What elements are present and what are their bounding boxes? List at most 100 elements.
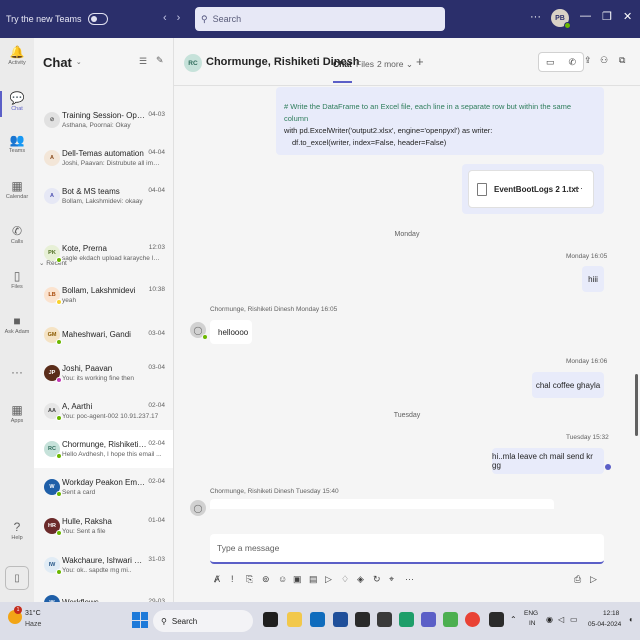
chat-list-item[interactable]: WWorkflows29-03 (34, 584, 173, 602)
praise-icon[interactable]: ♢ (341, 574, 349, 585)
rail-more[interactable]: ··· (0, 365, 34, 379)
chat-time: 02-04 (148, 478, 165, 485)
battery-icon[interactable]: ▭ (570, 615, 578, 624)
rail-help[interactable]: ? Help (0, 520, 34, 541)
rail-calls[interactable]: ✆ Calls (0, 224, 34, 245)
schedule-meeting-icon[interactable]: ▷ (325, 574, 332, 585)
rail-ask-adam[interactable]: ■ Ask Adam (0, 314, 34, 335)
try-new-teams-toggle[interactable] (87, 13, 108, 25)
location-icon[interactable]: ⌖ (389, 574, 394, 585)
chat-list-item[interactable]: RC Chormunge, Rishiketi Di... 02-04 Hello A… (34, 430, 173, 468)
pop-out-icon[interactable]: ⧉ (619, 55, 625, 66)
outlook-icon[interactable] (310, 612, 325, 627)
chat-preview: You: its working fine then (62, 375, 135, 382)
rail-apps[interactable]: ▦ Apps (0, 403, 34, 424)
tab-chat[interactable]: Chat (333, 59, 352, 83)
start-button[interactable] (132, 612, 148, 628)
terminal-icon[interactable] (355, 612, 370, 627)
sender-avatar[interactable]: ◯ (190, 322, 208, 340)
new-chat-icon[interactable]: ✎ (156, 55, 164, 66)
volume-icon[interactable]: ◁ (558, 615, 564, 624)
video-call-icon[interactable]: ▭ (546, 57, 555, 68)
sent-message-bubble[interactable]: hi..mla leave ch mail send kr gg (492, 448, 604, 474)
contact-avatar[interactable]: RC (184, 54, 202, 72)
sent-message-bubble[interactable]: chal coffee ghayla (532, 372, 604, 398)
chrome-icon[interactable] (465, 612, 480, 627)
file-explorer-icon[interactable] (287, 612, 302, 627)
audio-call-icon[interactable]: ✆ (568, 57, 576, 68)
emoji-icon[interactable]: ☺ (278, 574, 287, 584)
chat-list-item[interactable]: ⊘ Training Session- OpenCV04-03 Asthana, P… (34, 101, 173, 139)
chat-list-item[interactable]: LB Bollam, Lakshmidevi 10:38 yeah (34, 276, 173, 314)
important-icon[interactable]: ! (231, 574, 234, 584)
rail-chat[interactable]: 💬 Chat (0, 91, 34, 117)
format-icon[interactable]: Ⱥ (214, 574, 220, 584)
minimize-icon[interactable]: — (580, 10, 591, 22)
chat-preview: You: poc-agent-002 10.91.237.17 (62, 413, 159, 420)
chat-list-item[interactable]: W Workday Peakon Employ...02-04 Sent a car… (34, 468, 173, 506)
rail-files[interactable]: ▯ Files (0, 269, 34, 290)
store-icon[interactable] (333, 612, 348, 627)
viva-icon[interactable]: ◈ (357, 574, 364, 585)
clock-time[interactable]: 12:18 (603, 610, 619, 617)
chat-list-title[interactable]: Chat (43, 55, 72, 70)
chat-list-item[interactable]: PK Kote, Prerna 12:03 sagle ekdach upload k… (34, 234, 173, 272)
received-message-bubble[interactable] (210, 499, 554, 509)
wifi-icon[interactable]: ◉ (546, 615, 553, 624)
taskbar-search[interactable]: ⚲ Search (153, 610, 253, 632)
sticker-icon[interactable]: ▤ (309, 574, 318, 585)
chat-list-item[interactable]: A Bot & MS teams 04-04 Bollam, Lakshmidevi:… (34, 177, 173, 215)
chat-list-item[interactable]: IW Wakchaure, Ishwari Dnya...31-03 You: ok… (34, 546, 173, 584)
user-avatar[interactable]: PB (551, 9, 571, 29)
share-screen-icon[interactable]: ⇪ (584, 55, 592, 66)
message-input[interactable] (217, 543, 587, 553)
chat-list-item[interactable]: A Dell-Temas automation 04-04 Joshi, Paavan… (34, 139, 173, 177)
attach-icon[interactable]: ⎘ (246, 574, 253, 585)
loop-icon[interactable]: ⊚ (262, 574, 270, 585)
compose-box[interactable] (210, 534, 604, 564)
tab-more[interactable]: 2 more ⌄ (377, 59, 413, 70)
rail-activity[interactable]: 🔔 Activity (0, 45, 34, 66)
gif-icon[interactable]: ▣ (293, 574, 302, 585)
chat-list-item[interactable]: HR Hulle, Raksha 01-04 You: Sent a file (34, 507, 173, 545)
chat-list-item[interactable]: JP Joshi, Paavan 03-04 You: its working fin… (34, 354, 173, 392)
search-input[interactable]: ⚲ Search (195, 7, 445, 31)
file-more-icon[interactable]: ··· (574, 183, 583, 193)
more-options-icon[interactable]: ··· (530, 11, 541, 23)
scrollbar-thumb[interactable] (635, 374, 638, 436)
rail-teams[interactable]: 👥 Teams (0, 133, 34, 154)
chat-avatar: W (44, 595, 60, 602)
app-icon[interactable] (377, 612, 392, 627)
task-view-icon[interactable] (263, 612, 278, 627)
edge-icon[interactable] (399, 612, 414, 627)
chevron-down-icon[interactable]: ⌄ (76, 58, 82, 66)
restore-icon[interactable]: ❐ (602, 10, 612, 23)
more-options-icon[interactable]: ··· (405, 574, 414, 584)
loop-component-icon[interactable]: ↻ (373, 574, 381, 585)
sender-avatar[interactable]: ◯ (190, 500, 206, 516)
chat-avatar: LB (44, 287, 62, 305)
chevron-up-icon[interactable]: ⌃ (510, 615, 517, 624)
close-icon[interactable]: ✕ (623, 10, 632, 23)
back-arrow-icon[interactable]: ‹ (163, 12, 167, 24)
file-attachment-card[interactable]: EventBootLogs 2 1.txt ··· (468, 170, 594, 208)
rail-calendar[interactable]: ▦ Calendar (0, 179, 34, 200)
sent-message-bubble[interactable]: hiii (582, 266, 604, 292)
received-message-bubble[interactable]: helloooo (210, 320, 252, 344)
send-icon[interactable]: ▷ (590, 574, 597, 585)
device-icon[interactable]: ▯ (5, 566, 29, 590)
notifications-icon[interactable]: ◐ (629, 615, 634, 624)
app-icon[interactable] (443, 612, 458, 627)
people-icon[interactable]: ⚇ (600, 55, 608, 66)
teams-icon[interactable] (421, 612, 436, 627)
tab-files[interactable]: Files (356, 59, 374, 69)
add-tab-icon[interactable]: + (416, 54, 424, 69)
chat-list-item[interactable]: AA A, Aarthi 02-04 You: poc-agent-002 10.91… (34, 392, 173, 430)
chat-list-item[interactable]: GM Maheshwari, Gandi 03-04 (34, 316, 173, 354)
filter-icon[interactable]: ☰ (139, 56, 147, 67)
audio-message-icon[interactable]: ⎙ (574, 574, 581, 585)
app-icon[interactable] (489, 612, 504, 627)
language-indicator[interactable]: ENG (524, 610, 538, 617)
start-tile (132, 620, 140, 628)
forward-arrow-icon[interactable]: › (177, 12, 181, 24)
